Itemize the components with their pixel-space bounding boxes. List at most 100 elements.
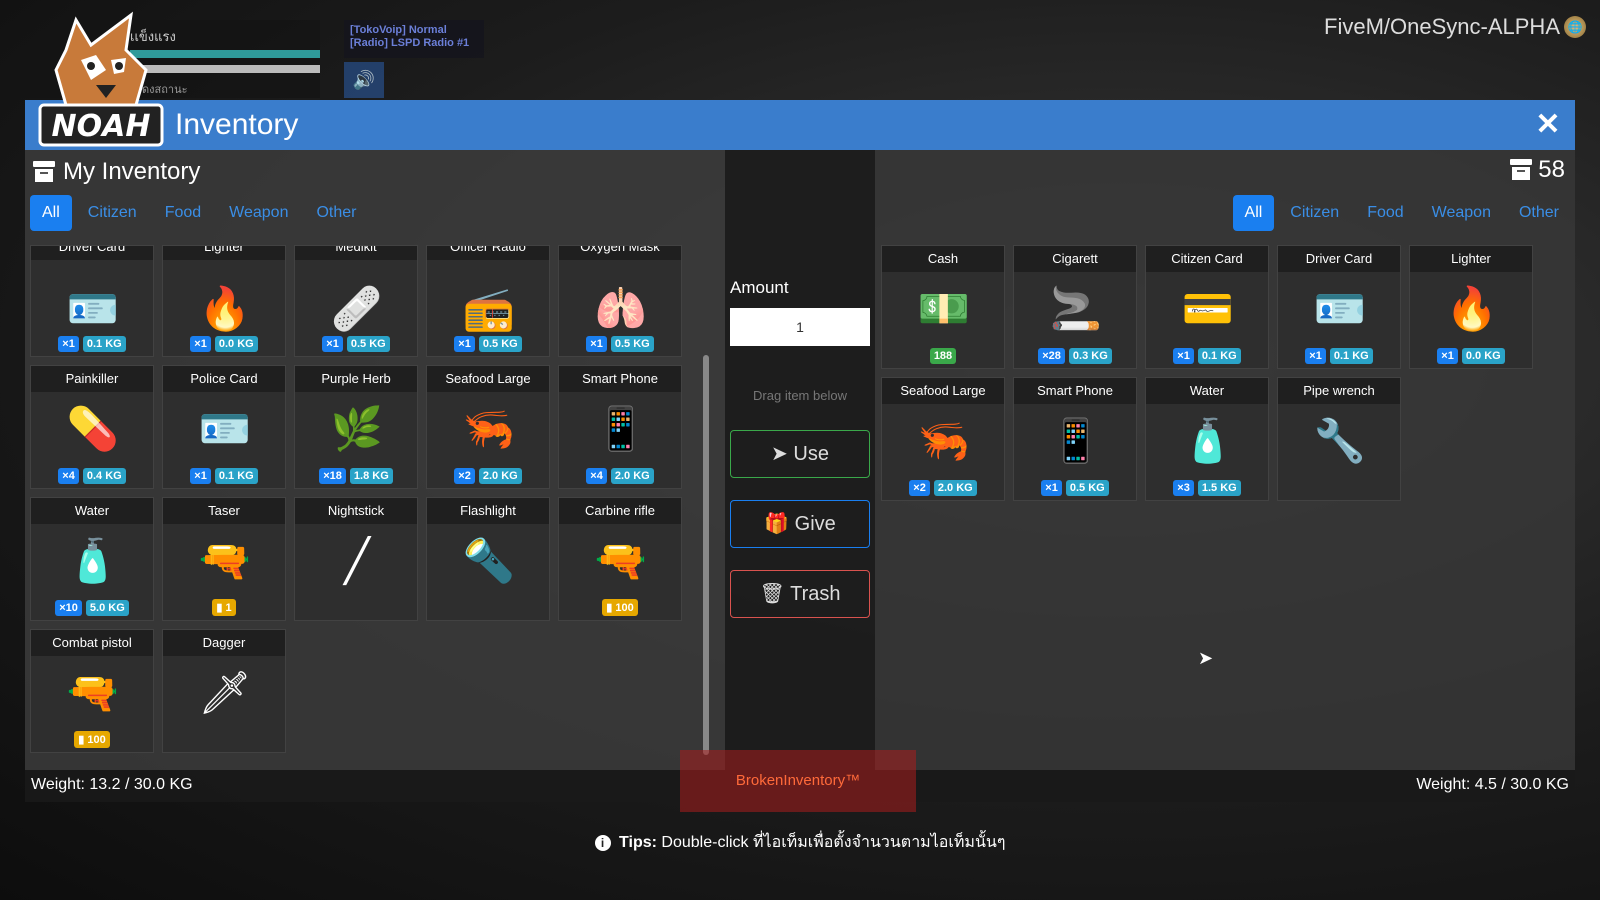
item-slot[interactable]: Cigarett 🚬 ×28 0.3 KG [1013,245,1137,369]
item-slot[interactable]: Smart Phone 📱 ×4 2.0 KG [558,365,682,489]
item-quantity: ×1 [190,468,211,484]
item-slot[interactable]: Combat pistol 🔫 ▮ 100 [30,629,154,753]
oxygen-tank-icon: 🫁 [594,285,648,332]
tab-all[interactable]: All [1232,195,1275,231]
item-name: Driver Card [31,246,153,260]
item-badges: ×1 0.5 KG [295,336,417,352]
item-slot[interactable]: Smart Phone 📱 ×1 0.5 KG [1013,377,1137,501]
item-badges: ×1 0.1 KG [1146,348,1268,364]
item-name: Dagger [163,630,285,656]
voip-status: [TokoVoip] Normal [Radio] LSPD Radio #1 [344,20,484,58]
item-quantity: ×4 [58,468,79,484]
item-weight: 2.0 KG [610,468,654,484]
item-slot[interactable]: Officer Radio 📻 ×1 0.5 KG [426,245,550,357]
item-badges: ×1 0.1 KG [163,468,285,484]
drag-hint: Drag item below [753,388,847,403]
item-quantity: ×1 [586,336,607,352]
tab-weapon[interactable]: Weapon [1420,195,1503,231]
item-slot[interactable]: Driver Card 🪪 ×1 0.1 KG [30,245,154,357]
item-slot[interactable]: Flashlight 🔦 [426,497,550,621]
taser-icon: 🔫 [198,537,252,584]
give-button[interactable]: 🎁 Give [730,500,870,548]
item-name: Carbine rifle [559,498,681,524]
item-slot[interactable]: Seafood Large 🦐 ×2 2.0 KG [426,365,550,489]
item-slot[interactable]: Seafood Large 🦐 ×2 2.0 KG [881,377,1005,501]
item-slot[interactable]: Pipe wrench 🔧 [1277,377,1401,501]
phone-icon: 📱 [1049,417,1103,464]
item-weight: 0.5 KG [1065,480,1109,496]
item-slot[interactable]: Police Card 🪪 ×1 0.1 KG [162,365,286,489]
amount-input[interactable] [730,308,870,346]
item-name: Lighter [1410,246,1532,272]
item-name: Combat pistol [31,630,153,656]
item-badges: ×1 0.5 KG [1014,480,1136,496]
tab-citizen[interactable]: Citizen [76,195,149,231]
player-inventory-scrollbar[interactable] [703,355,709,755]
item-weight: 0.3 KG [1068,348,1112,364]
tab-food[interactable]: Food [153,195,213,231]
item-badges: ×1 0.5 KG [559,336,681,352]
close-button[interactable]: ✕ [1533,110,1563,140]
item-slot[interactable]: Carbine rifle 🔫 ▮ 100 [558,497,682,621]
tab-food[interactable]: Food [1355,195,1415,231]
item-slot[interactable]: Driver Card 🪪 ×1 0.1 KG [1277,245,1401,369]
item-name: Nightstick [295,498,417,524]
trash-button[interactable]: 🗑 Trash [730,570,870,618]
item-name: Driver Card [1278,246,1400,272]
item-slot[interactable]: Purple Herb 🌿 ×18 1.8 KG [294,365,418,489]
item-quantity: ×1 [1305,348,1326,364]
item-weight: 0.1 KG [214,468,258,484]
tab-all[interactable]: All [30,195,72,231]
dagger-icon: 🗡 [198,669,252,716]
item-slot[interactable]: Water 🧴 ×10 5.0 KG [30,497,154,621]
server-name: FiveM/OneSync-ALPHA [1324,14,1560,39]
item-count: 58 [1538,156,1565,183]
item-name: Water [31,498,153,524]
item-badges: ×2 2.0 KG [427,468,549,484]
phone-icon: 📱 [594,405,648,452]
tab-other[interactable]: Other [304,195,368,231]
cigarette-pack-icon: 🚬 [1049,285,1103,332]
item-slot[interactable]: Medikit 🩹 ×1 0.5 KG [294,245,418,357]
item-weight: 0.5 KG [610,336,654,352]
item-name: Police Card [163,366,285,392]
item-slot[interactable]: Lighter 🔥 ×1 0.0 KG [162,245,286,357]
item-weight: 0.5 KG [478,336,522,352]
tab-other[interactable]: Other [1507,195,1571,231]
item-slot[interactable]: Citizen Card 💳 ×1 0.1 KG [1145,245,1269,369]
use-button[interactable]: ➤ Use [730,430,870,478]
tab-citizen[interactable]: Citizen [1278,195,1351,231]
item-slot[interactable]: Cash 💵 188 [881,245,1005,369]
item-slot[interactable]: Painkiller 💊 ×4 0.4 KG [30,365,154,489]
item-slot[interactable]: Dagger 🗡 [162,629,286,753]
ammo-count: ▮ 100 [74,731,110,748]
water-bottle-icon: 🧴 [66,537,120,584]
radio-channel: [Radio] LSPD Radio #1 [350,37,470,49]
item-name: Cash [882,246,1004,272]
tab-weapon[interactable]: Weapon [217,195,300,231]
info-icon: i [594,835,611,851]
item-name: Oxygen Mask [559,246,681,260]
item-slot[interactable]: Nightstick ╱ [294,497,418,621]
item-badges: ×4 0.4 KG [31,468,153,484]
item-weight: 0.5 KG [346,336,390,352]
item-slot[interactable]: Taser 🔫 ▮ 1 [162,497,286,621]
item-name: Officer Radio [427,246,549,260]
item-slot[interactable]: Oxygen Mask 🫁 ×1 0.5 KG [558,245,682,357]
citizen-card-icon: 💳 [1181,285,1235,332]
pipe-wrench-icon: 🔧 [1313,417,1367,464]
item-weight: 0.1 KG [82,336,126,352]
item-weight: 0.1 KG [1197,348,1241,364]
item-badges: ×2 2.0 KG [882,480,1004,496]
item-weight: 0.1 KG [1329,348,1373,364]
give-label: Give [794,513,836,535]
item-slot[interactable]: Water 🧴 ×3 1.5 KG [1145,377,1269,501]
item-slot[interactable]: Lighter 🔥 ×1 0.0 KG [1409,245,1533,369]
item-weight: 0.4 KG [82,468,126,484]
pointer-icon: ➤ [771,443,788,465]
tips-text: Double-click ที่ไอเท็มเพื่อตั้งจำนวนตามไ… [661,834,1006,851]
nightstick-icon: ╱ [344,537,370,584]
noah-logo: NOAH [38,11,164,147]
id-card-icon: 🪪 [1313,285,1367,332]
item-quantity: ×18 [319,468,346,484]
